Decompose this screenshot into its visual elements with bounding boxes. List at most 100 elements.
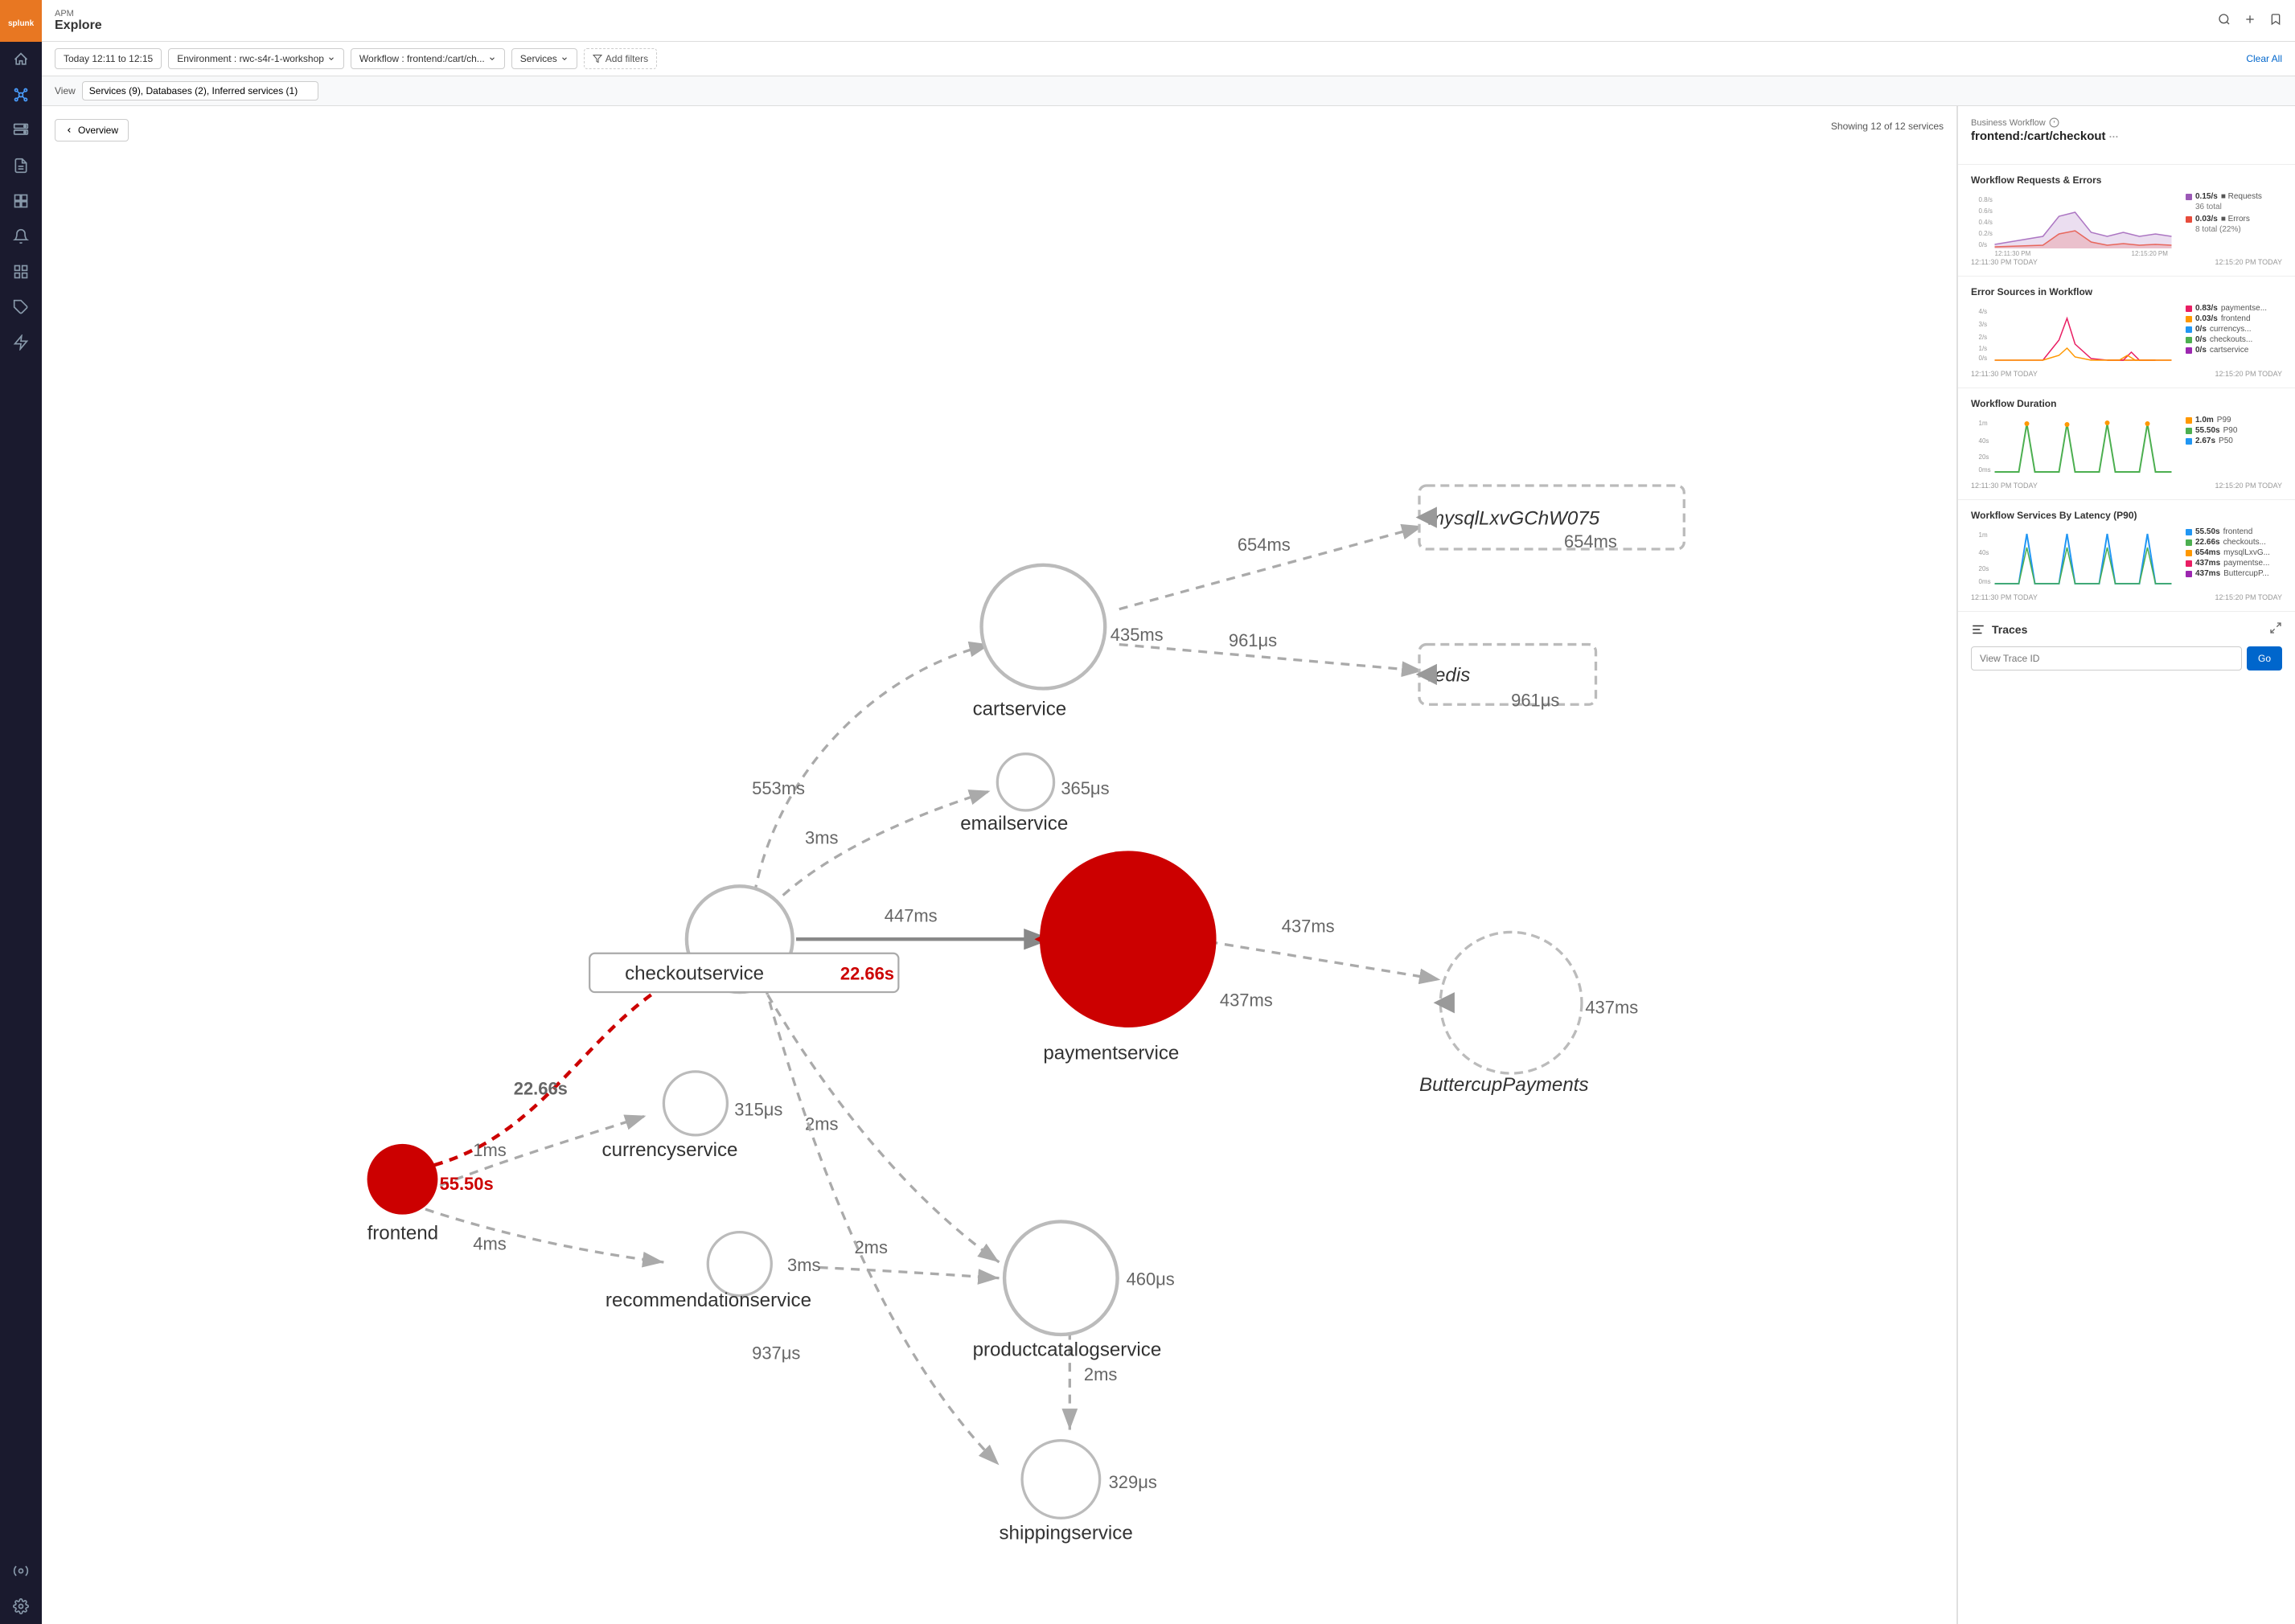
svg-text:654ms: 654ms: [1238, 535, 1291, 555]
search-icon[interactable]: [2218, 13, 2231, 28]
svg-text:cartservice: cartservice: [973, 698, 1067, 720]
svg-text:2/s: 2/s: [1979, 334, 1988, 341]
requests-errors-chart-row: 0.8/s 0.6/s 0.4/s 0.2/s 0/s: [1971, 192, 2282, 256]
svg-text:ButtercupPayments: ButtercupPayments: [1419, 1074, 1589, 1096]
add-filters-button[interactable]: Add filters: [584, 48, 657, 69]
svg-text:437ms: 437ms: [1220, 990, 1273, 1011]
svg-text:3ms: 3ms: [805, 828, 838, 848]
add-icon[interactable]: [2244, 13, 2256, 28]
topbar-title-area: APM Explore: [55, 9, 102, 33]
latency-section: Workflow Services By Latency (P90) 1m 40…: [1958, 500, 2295, 612]
svg-text:40s: 40s: [1979, 549, 1989, 556]
environment-filter[interactable]: Environment : rwc-s4r-1-workshop: [168, 48, 344, 69]
sidebar-dashboards[interactable]: [0, 183, 42, 219]
trace-id-input[interactable]: [1971, 646, 2242, 671]
sidebar-alerts[interactable]: [0, 219, 42, 254]
content-area: Overview Showing 12 of 12 services: [42, 106, 2295, 1624]
svg-text:437ms: 437ms: [1585, 997, 1638, 1017]
svg-text:4/s: 4/s: [1979, 308, 1988, 315]
svg-text:1m: 1m: [1979, 420, 1988, 427]
view-label: View: [55, 85, 76, 96]
latency-chart: 1m 40s 20s 0ms: [1971, 527, 2179, 592]
requests-errors-chart: 0.8/s 0.6/s 0.4/s 0.2/s 0/s: [1971, 192, 2179, 256]
svg-text:329μs: 329μs: [1109, 1472, 1157, 1492]
svg-text:4ms: 4ms: [473, 1234, 506, 1254]
svg-text:22.66s: 22.66s: [514, 1078, 568, 1098]
sidebar-apm[interactable]: [0, 77, 42, 113]
error-sources-chart-row: 4/s 3/s 2/s 1/s 0/s: [1971, 304, 2282, 368]
trace-go-button[interactable]: Go: [2247, 646, 2282, 671]
services-filter[interactable]: Services: [511, 48, 577, 69]
svg-text:splunk>: splunk>: [8, 19, 34, 28]
svg-text:0.8/s: 0.8/s: [1979, 196, 1993, 203]
svg-text:shippingservice: shippingservice: [1000, 1523, 1133, 1544]
duration-section: Workflow Duration 1m 40s 20s 0ms: [1958, 388, 2295, 500]
sidebar-tag[interactable]: [0, 289, 42, 325]
workflow-name: frontend:/cart/checkout ···: [1971, 129, 2282, 143]
svg-text:3ms: 3ms: [787, 1255, 820, 1275]
svg-text:0/s: 0/s: [1979, 355, 1988, 362]
svg-text:315μs: 315μs: [734, 1100, 782, 1120]
overview-button[interactable]: Overview: [55, 119, 129, 141]
svg-text:0ms: 0ms: [1979, 578, 1991, 585]
svg-text:0/s: 0/s: [1979, 241, 1988, 248]
workflow-filter[interactable]: Workflow : frontend:/cart/ch...: [351, 48, 505, 69]
svg-text:mysqlLxvGChW075: mysqlLxvGChW075: [1428, 507, 1600, 529]
svg-text:365μs: 365μs: [1061, 778, 1109, 798]
error-sources-section: Error Sources in Workflow 4/s 3/s 2/s 1/…: [1958, 277, 2295, 388]
expand-icon[interactable]: [2269, 621, 2282, 637]
requests-errors-title: Workflow Requests & Errors: [1971, 174, 2282, 186]
svg-text:checkoutservice: checkoutservice: [625, 963, 764, 985]
svg-text:12:11:30 PM: 12:11:30 PM: [1995, 250, 2031, 256]
bookmark-icon[interactable]: [2269, 13, 2282, 28]
view-select[interactable]: Services (9), Databases (2), Inferred se…: [82, 81, 318, 100]
svg-text:recommendationservice: recommendationservice: [606, 1290, 811, 1311]
showing-label: Showing 12 of 12 services: [1831, 121, 1944, 132]
sidebar-home[interactable]: [0, 42, 42, 77]
clear-all-button[interactable]: Clear All: [2246, 53, 2282, 64]
sidebar-logs[interactable]: [0, 148, 42, 183]
svg-text:961μs: 961μs: [1511, 690, 1559, 710]
traces-section: Traces Go: [1958, 612, 2295, 680]
sidebar-integrations[interactable]: [0, 1553, 42, 1589]
sidebar-grid[interactable]: [0, 254, 42, 289]
sidebar-incidents[interactable]: [0, 325, 42, 360]
svg-text:0.4/s: 0.4/s: [1979, 219, 1993, 226]
business-workflow-label: Business Workflow: [1971, 117, 2282, 128]
svg-text:460μs: 460μs: [1127, 1269, 1175, 1289]
svg-text:0ms: 0ms: [1979, 466, 1991, 474]
service-graph: 22.66s 447ms 437ms 553ms 654ms 961μs 3: [42, 106, 1956, 1624]
duration-chart-row: 1m 40s 20s 0ms: [1971, 416, 2282, 480]
error-sources-title: Error Sources in Workflow: [1971, 286, 2282, 297]
svg-text:937μs: 937μs: [752, 1343, 800, 1364]
splunk-logo[interactable]: splunk>: [0, 0, 42, 42]
svg-text:20s: 20s: [1979, 565, 1989, 572]
svg-text:20s: 20s: [1979, 453, 1989, 461]
svg-text:paymentservice: paymentservice: [1043, 1042, 1179, 1064]
app-name: APM: [55, 9, 102, 18]
svg-text:40s: 40s: [1979, 437, 1989, 445]
svg-text:12:15:20 PM: 12:15:20 PM: [2132, 250, 2169, 256]
page-title: Explore: [55, 18, 102, 33]
duration-title: Workflow Duration: [1971, 398, 2282, 409]
svg-text:0.2/s: 0.2/s: [1979, 230, 1993, 237]
requests-errors-legend: 0.15/s ■ Requests 36 total 0.03/s ■ Erro…: [2186, 192, 2282, 234]
time-filter[interactable]: Today 12:11 to 12:15: [55, 48, 162, 69]
svg-text:961μs: 961μs: [1229, 630, 1277, 650]
svg-text:0.6/s: 0.6/s: [1979, 207, 1993, 215]
viewbar: View Services (9), Databases (2), Inferr…: [42, 76, 2295, 106]
svg-text:emailservice: emailservice: [960, 813, 1068, 835]
main-content: APM Explore Today 12:11 to 12:15 Environ…: [42, 0, 2295, 1624]
error-sources-chart: 4/s 3/s 2/s 1/s 0/s: [1971, 304, 2179, 368]
topbar-actions: [2218, 13, 2282, 28]
error-sources-legend: 0.83/s paymentse... 0.03/s frontend 0/s …: [2186, 304, 2282, 356]
svg-text:1/s: 1/s: [1979, 345, 1988, 352]
workflow-header: Business Workflow frontend:/cart/checkou…: [1958, 106, 2295, 165]
requests-errors-section: Workflow Requests & Errors 0.8/s 0.6/s 0…: [1958, 165, 2295, 277]
sidebar-infra[interactable]: [0, 113, 42, 148]
topbar: APM Explore: [42, 0, 2295, 42]
svg-text:2ms: 2ms: [854, 1237, 887, 1257]
duration-legend: 1.0m P99 55.50s P90 2.67s P50: [2186, 416, 2282, 447]
sidebar-settings[interactable]: [0, 1589, 42, 1624]
graph-area: Overview Showing 12 of 12 services: [42, 106, 1957, 1624]
